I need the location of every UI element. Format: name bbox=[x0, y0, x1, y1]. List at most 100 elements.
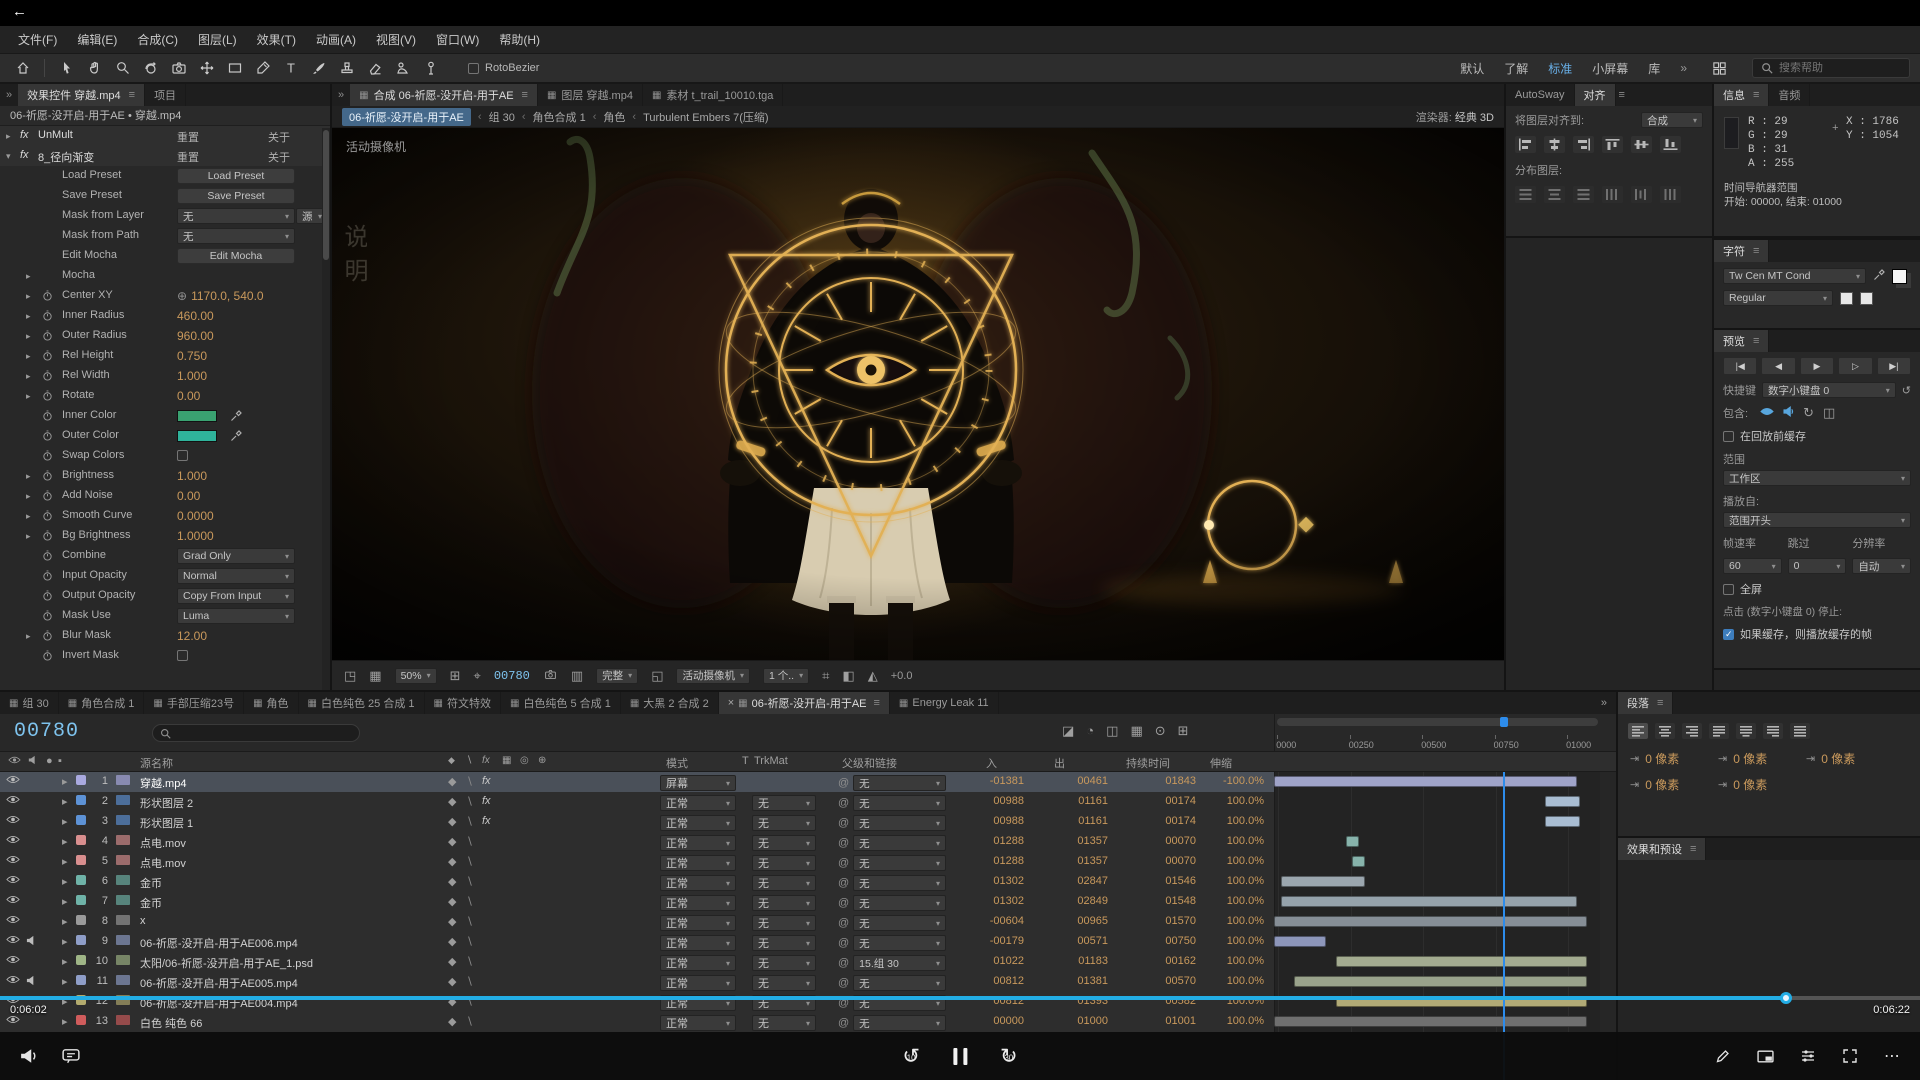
home-icon[interactable] bbox=[10, 57, 35, 79]
panel-menu-icon[interactable]: ≡ bbox=[1753, 335, 1759, 347]
in-value[interactable]: 01022 bbox=[940, 955, 1024, 967]
stopwatch-icon[interactable] bbox=[42, 530, 53, 544]
stopwatch-icon[interactable] bbox=[42, 390, 53, 404]
shy-switch[interactable]: ∖ bbox=[466, 775, 473, 788]
layer-duration-bar[interactable] bbox=[1274, 776, 1577, 787]
label-color-swatch[interactable] bbox=[76, 875, 86, 885]
indent-field[interactable]: ⇥0 像素 bbox=[1630, 750, 1702, 767]
property-value[interactable]: 960.00 bbox=[177, 329, 214, 343]
effect-row[interactable]: Output Opacity ⊕ Copy From Input bbox=[0, 586, 330, 606]
parent-link-cell[interactable]: @ 无 bbox=[838, 995, 946, 1011]
quality-switch[interactable]: ◆ bbox=[448, 855, 456, 868]
include-video-icon[interactable] bbox=[1760, 407, 1774, 419]
transport-button[interactable]: ◀ bbox=[1761, 357, 1795, 375]
region-of-interest-icon[interactable]: ◱ bbox=[651, 668, 663, 684]
layer-track[interactable] bbox=[1274, 872, 1600, 892]
pickwhip-icon[interactable]: @ bbox=[838, 957, 849, 969]
layer-track[interactable] bbox=[1274, 1012, 1600, 1032]
property-checkbox[interactable] bbox=[177, 650, 188, 661]
pickwhip-icon[interactable]: @ bbox=[838, 937, 849, 949]
blend-mode-dropdown[interactable]: 正常 bbox=[660, 935, 736, 951]
indent-field[interactable]: ⇥0 像素 bbox=[1718, 776, 1790, 793]
stretch-value[interactable]: -100.0% bbox=[1204, 775, 1264, 787]
panel-collapse-icon[interactable]: » bbox=[0, 84, 18, 106]
duration-value[interactable]: 01001 bbox=[1116, 1015, 1196, 1027]
include-audio-icon[interactable] bbox=[1783, 406, 1794, 420]
layer-name[interactable]: 形状图层 1 bbox=[140, 815, 418, 831]
layer-name[interactable]: 点电.mov bbox=[140, 835, 418, 851]
pickwhip-icon[interactable]: @ bbox=[838, 777, 849, 789]
twirl-icon[interactable]: ▸ bbox=[62, 835, 68, 848]
label-color-swatch[interactable] bbox=[76, 915, 86, 925]
in-value[interactable]: 00988 bbox=[940, 815, 1024, 827]
property-value[interactable]: 1.000 bbox=[177, 369, 207, 383]
current-time-display[interactable]: 00780 bbox=[14, 720, 79, 743]
twirl-icon[interactable]: ▸ bbox=[26, 531, 31, 542]
out-header[interactable]: 出 bbox=[1054, 755, 1065, 771]
effect-row[interactable]: Mask Use ⊕ Luma bbox=[0, 606, 330, 626]
quality-switch[interactable]: ◆ bbox=[448, 815, 456, 828]
parent-link-cell[interactable]: @ 无 bbox=[838, 935, 946, 951]
stopwatch-icon[interactable] bbox=[42, 590, 53, 604]
in-value[interactable]: -00604 bbox=[940, 915, 1024, 927]
distribute-left-icon[interactable] bbox=[1602, 186, 1623, 203]
twirl-icon[interactable]: ▸ bbox=[26, 471, 31, 482]
blend-mode-dropdown[interactable]: 正常 bbox=[660, 815, 736, 831]
play-cached-frames-checkbox[interactable] bbox=[1723, 629, 1734, 640]
layer-track[interactable] bbox=[1274, 892, 1600, 912]
label-color-swatch[interactable] bbox=[76, 955, 86, 965]
parent-dropdown[interactable]: 无 bbox=[853, 995, 946, 1011]
shy-switch[interactable]: ∖ bbox=[466, 995, 473, 1008]
layer-row[interactable]: ▸ 13 白色 纯色 66 ◆ ∖ fx 正常 无 @ 无 00000 0100… bbox=[0, 1012, 1616, 1032]
twirl-icon[interactable]: ▸ bbox=[26, 371, 31, 382]
shy-switch[interactable]: ∖ bbox=[466, 915, 473, 928]
shy-header-icon[interactable]: ∖ bbox=[466, 755, 472, 766]
help-search[interactable] bbox=[1752, 58, 1910, 78]
justify-last-left-icon[interactable] bbox=[1709, 723, 1729, 739]
fx-switch[interactable]: fx bbox=[482, 775, 491, 787]
shortcut-dropdown[interactable]: 数字小键盘 0 bbox=[1762, 382, 1896, 398]
in-value[interactable]: 00812 bbox=[940, 975, 1024, 987]
3d-header-icon[interactable]: ⊕ bbox=[538, 755, 546, 766]
danmaku-icon[interactable] bbox=[62, 1048, 80, 1064]
align-text-center-icon[interactable] bbox=[1655, 723, 1675, 739]
label-color-swatch[interactable] bbox=[76, 835, 86, 845]
comp-tab[interactable]: × ▦ 白色纯色 25 合成 1 ≡ bbox=[299, 692, 425, 714]
property-value[interactable]: 1.000 bbox=[177, 469, 207, 483]
layer-row[interactable]: ▸ 12 06-祈愿-没开启-用于AE004.mp4 ◆ ∖ fx 正常 无 @… bbox=[0, 992, 1616, 1012]
exposure-value[interactable]: +0.0 bbox=[891, 670, 913, 682]
parent-dropdown[interactable]: 15.组 30 bbox=[853, 955, 946, 971]
eyedropper-icon[interactable] bbox=[1873, 269, 1885, 284]
twirl-icon[interactable]: ▸ bbox=[62, 955, 68, 968]
effect-row[interactable]: ▸ Inner Radius 460.00 ⊕ bbox=[0, 306, 330, 326]
align-center-horizontal-icon[interactable] bbox=[1544, 136, 1565, 153]
shy-switch[interactable]: ∖ bbox=[466, 975, 473, 988]
layer-name[interactable]: 金币 bbox=[140, 875, 418, 891]
blend-mode-dropdown[interactable]: 正常 bbox=[660, 795, 736, 811]
effect-row[interactable]: ▸ Bg Brightness 1.0000 ⊕ bbox=[0, 526, 330, 546]
motion-blur-icon[interactable]: ⊙ bbox=[1155, 723, 1166, 739]
mask-shape-tool-icon[interactable] bbox=[222, 57, 247, 79]
fx-switch[interactable]: fx bbox=[482, 815, 491, 827]
stretch-value[interactable]: 100.0% bbox=[1204, 995, 1264, 1007]
property-value[interactable]: 0.750 bbox=[177, 349, 207, 363]
eye-icon[interactable] bbox=[6, 775, 20, 787]
rotobezier-checkbox[interactable] bbox=[468, 63, 479, 74]
parent-link-cell[interactable]: @ 无 bbox=[838, 915, 946, 931]
close-icon[interactable]: × bbox=[728, 697, 734, 709]
menu-item[interactable]: 编辑(E) bbox=[67, 31, 127, 48]
label-color-swatch[interactable] bbox=[76, 895, 86, 905]
parent-dropdown[interactable]: 无 bbox=[853, 835, 946, 851]
preview-time-display[interactable]: 00780 bbox=[494, 669, 530, 683]
out-value[interactable]: 01183 bbox=[1032, 955, 1108, 967]
align-text-left-icon[interactable] bbox=[1628, 723, 1648, 739]
in-value[interactable]: -01381 bbox=[940, 775, 1024, 787]
blend-mode-dropdown[interactable]: 屏幕 bbox=[660, 775, 736, 791]
pen-tool-icon[interactable] bbox=[250, 57, 275, 79]
eye-icon[interactable] bbox=[6, 875, 20, 887]
trkmat-dropdown[interactable]: 无 bbox=[752, 815, 816, 831]
hand-tool-icon[interactable] bbox=[82, 57, 107, 79]
layer-track[interactable] bbox=[1274, 952, 1600, 972]
effect-row[interactable]: ▸ Brightness 1.000 ⊕ bbox=[0, 466, 330, 486]
workspace-tab[interactable]: 库 bbox=[1648, 60, 1660, 77]
